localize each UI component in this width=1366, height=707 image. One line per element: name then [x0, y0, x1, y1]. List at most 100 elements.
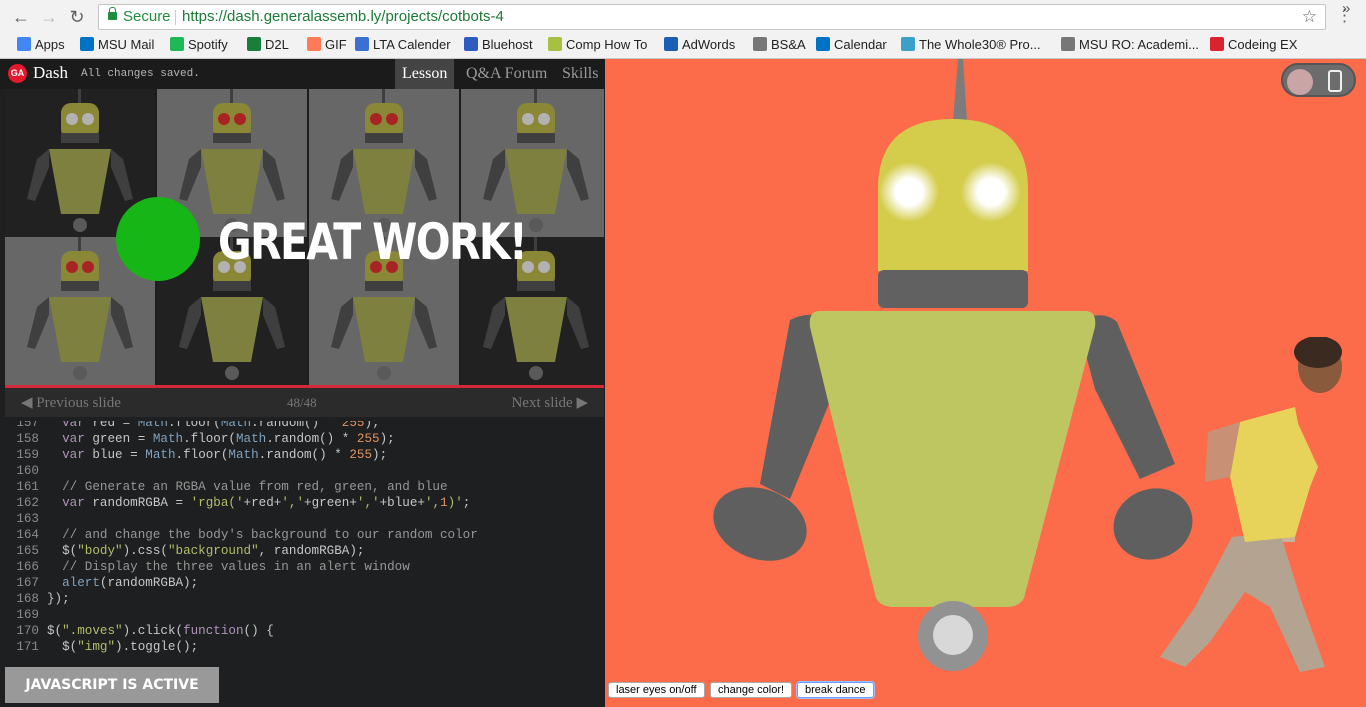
code-line[interactable]: 162 var randomRGBA = 'rgba('+red+','+gre… [5, 495, 604, 511]
bookmark-label: Bluehost [482, 37, 533, 52]
codecademy-icon [1210, 37, 1224, 51]
line-number: 169 [16, 608, 39, 622]
dancing-man-image [1160, 337, 1342, 672]
bookmark-item[interactable]: LTA Calender [355, 36, 451, 54]
url-text[interactable]: https://dash.generalassemb.ly/projects/c… [182, 5, 504, 29]
code-line[interactable]: 161 // Generate an RGBA value from red, … [5, 479, 604, 495]
bookmark-label: The Whole30® Pro... [919, 37, 1041, 52]
bookmark-item[interactable]: D2L [247, 36, 289, 54]
reload-icon[interactable]: ↻ [66, 6, 88, 28]
bookmark-item[interactable]: MSU Mail [80, 36, 154, 54]
line-number: 164 [16, 528, 39, 542]
next-slide-label: Next slide [511, 395, 573, 411]
next-slide-button[interactable]: Next slide ▶ [511, 393, 588, 412]
outlook-icon [80, 37, 94, 51]
javascript-status-button[interactable]: JAVASCRIPT IS ACTIVE [5, 667, 219, 703]
code-line[interactable]: 158 var green = Math.floor(Math.random()… [5, 431, 604, 447]
code-line[interactable]: 163 [5, 511, 604, 527]
bookmark-label: Codeing EX [1228, 37, 1298, 52]
device-toggle[interactable] [1281, 63, 1356, 97]
bookmark-label: Comp How To [566, 37, 648, 52]
bookmark-label: LTA Calender [373, 37, 451, 52]
line-number: 159 [16, 448, 39, 462]
dash-header: GA Dash All changes saved. Lesson Q&A Fo… [0, 59, 605, 89]
code-text: var randomRGBA = 'rgba('+red+','+green+'… [62, 496, 471, 510]
page-icon [1061, 37, 1075, 51]
code-text: var red = Math.floor(Math.random() * 255… [62, 421, 380, 430]
hubspot-icon [307, 37, 321, 51]
code-text: $("img").toggle(); [47, 640, 199, 654]
bookmark-label: BS&A [771, 37, 806, 52]
bookmarks-overflow-icon[interactable]: » [1342, 0, 1350, 17]
whole30-icon [901, 37, 915, 51]
bookmark-item[interactable]: BS&A [753, 36, 806, 54]
bookmark-label: Apps [35, 37, 65, 52]
code-text: $(".moves").click(function() { [47, 624, 274, 638]
bookmarks-bar: Apps MSU Mail Spotify D2L GIF LTA Calender Blu… [0, 35, 1366, 55]
dash-title[interactable]: Dash [33, 63, 68, 83]
code-line[interactable]: 171 $("img").toggle(); [5, 639, 604, 655]
address-divider [175, 10, 176, 25]
bookmark-item[interactable]: Comp How To [548, 36, 647, 54]
line-number: 163 [16, 512, 39, 526]
bookmark-item[interactable]: MSU RO: Academi... [1061, 36, 1199, 54]
laser-eyes-button[interactable]: laser eyes on/off [608, 682, 705, 698]
page-icon [753, 37, 767, 51]
code-line[interactable]: 168}); [5, 591, 604, 607]
save-status: All changes saved. [81, 68, 200, 80]
bookmark-star-icon[interactable]: ☆ [1302, 5, 1317, 29]
line-number: 168 [16, 592, 39, 606]
code-line[interactable]: 165 $("body").css("background", randomRG… [5, 543, 604, 559]
d2l-icon [247, 37, 261, 51]
secure-label: Secure [123, 8, 171, 25]
code-text: alert(randomRGBA); [62, 576, 199, 590]
previous-slide-button[interactable]: ◀ Previous slide [21, 393, 121, 412]
browser-chrome: ← → ↻ Secure https://dash.generalassemb.… [0, 0, 1366, 59]
code-line[interactable]: 160 [5, 463, 604, 479]
ga-logo-icon[interactable]: GA [8, 64, 27, 83]
bookmark-item[interactable]: AdWords [664, 36, 735, 54]
bookmark-item[interactable]: GIF [307, 36, 347, 54]
code-line[interactable]: 166 // Display the three values in an al… [5, 559, 604, 575]
bookmark-item[interactable]: Calendar [816, 36, 887, 54]
code-line[interactable]: 169 [5, 607, 604, 623]
tab-lesson[interactable]: Lesson [395, 59, 455, 89]
code-line[interactable]: 167 alert(randomRGBA); [5, 575, 604, 591]
slide-counter: 48/48 [287, 395, 317, 410]
bookmark-item[interactable]: Apps [17, 36, 65, 54]
bookmark-label: GIF [325, 37, 347, 52]
line-number: 166 [16, 560, 39, 574]
code-line[interactable]: 164 // and change the body's background … [5, 527, 604, 543]
line-number: 157 [16, 421, 39, 430]
tab-skills[interactable]: Skills [555, 59, 605, 89]
globe-icon [664, 37, 678, 51]
break-dance-button[interactable]: break dance [797, 682, 874, 698]
comp-how-to-icon [548, 37, 562, 51]
robot-torso [809, 311, 1096, 607]
dash-panel: GA Dash All changes saved. Lesson Q&A Fo… [0, 59, 605, 707]
line-number: 161 [16, 480, 39, 494]
back-arrow-icon[interactable]: ← [10, 6, 32, 28]
bookmark-item[interactable]: Bluehost [464, 36, 533, 54]
apps-grid-icon [17, 37, 31, 51]
code-text: // Display the three values in an alert … [47, 560, 410, 574]
code-text: $("body").css("background", randomRGBA); [47, 544, 365, 558]
code-line[interactable]: 159 var blue = Math.floor(Math.random() … [5, 447, 604, 463]
bookmark-item[interactable]: The Whole30® Pro... [901, 36, 1041, 54]
calendar-icon [355, 37, 369, 51]
tab-qa-forum[interactable]: Q&A Forum [459, 59, 554, 89]
bookmark-item[interactable]: Codeing EX [1210, 36, 1297, 54]
bookmark-item[interactable]: Spotify [170, 36, 228, 54]
code-text: }); [47, 592, 70, 606]
previous-slide-label: Previous slide [36, 395, 121, 411]
line-number: 167 [16, 576, 39, 590]
address-bar[interactable]: Secure https://dash.generalassemb.ly/pro… [98, 4, 1326, 30]
code-line[interactable]: 170 $(".moves").click(function() { [5, 623, 604, 639]
caret-right-icon: ▶ [576, 395, 588, 411]
preview-panel: laser eyes on/off change color! break da… [605, 59, 1366, 707]
code-line[interactable]: 157 var red = Math.floor(Math.random() *… [5, 421, 604, 431]
code-editor[interactable]: 157 var red = Math.floor(Math.random() *… [5, 421, 604, 657]
bookmark-label: Calendar [834, 37, 887, 52]
change-color-button[interactable]: change color! [710, 682, 793, 698]
forward-arrow-icon[interactable]: → [38, 6, 60, 28]
